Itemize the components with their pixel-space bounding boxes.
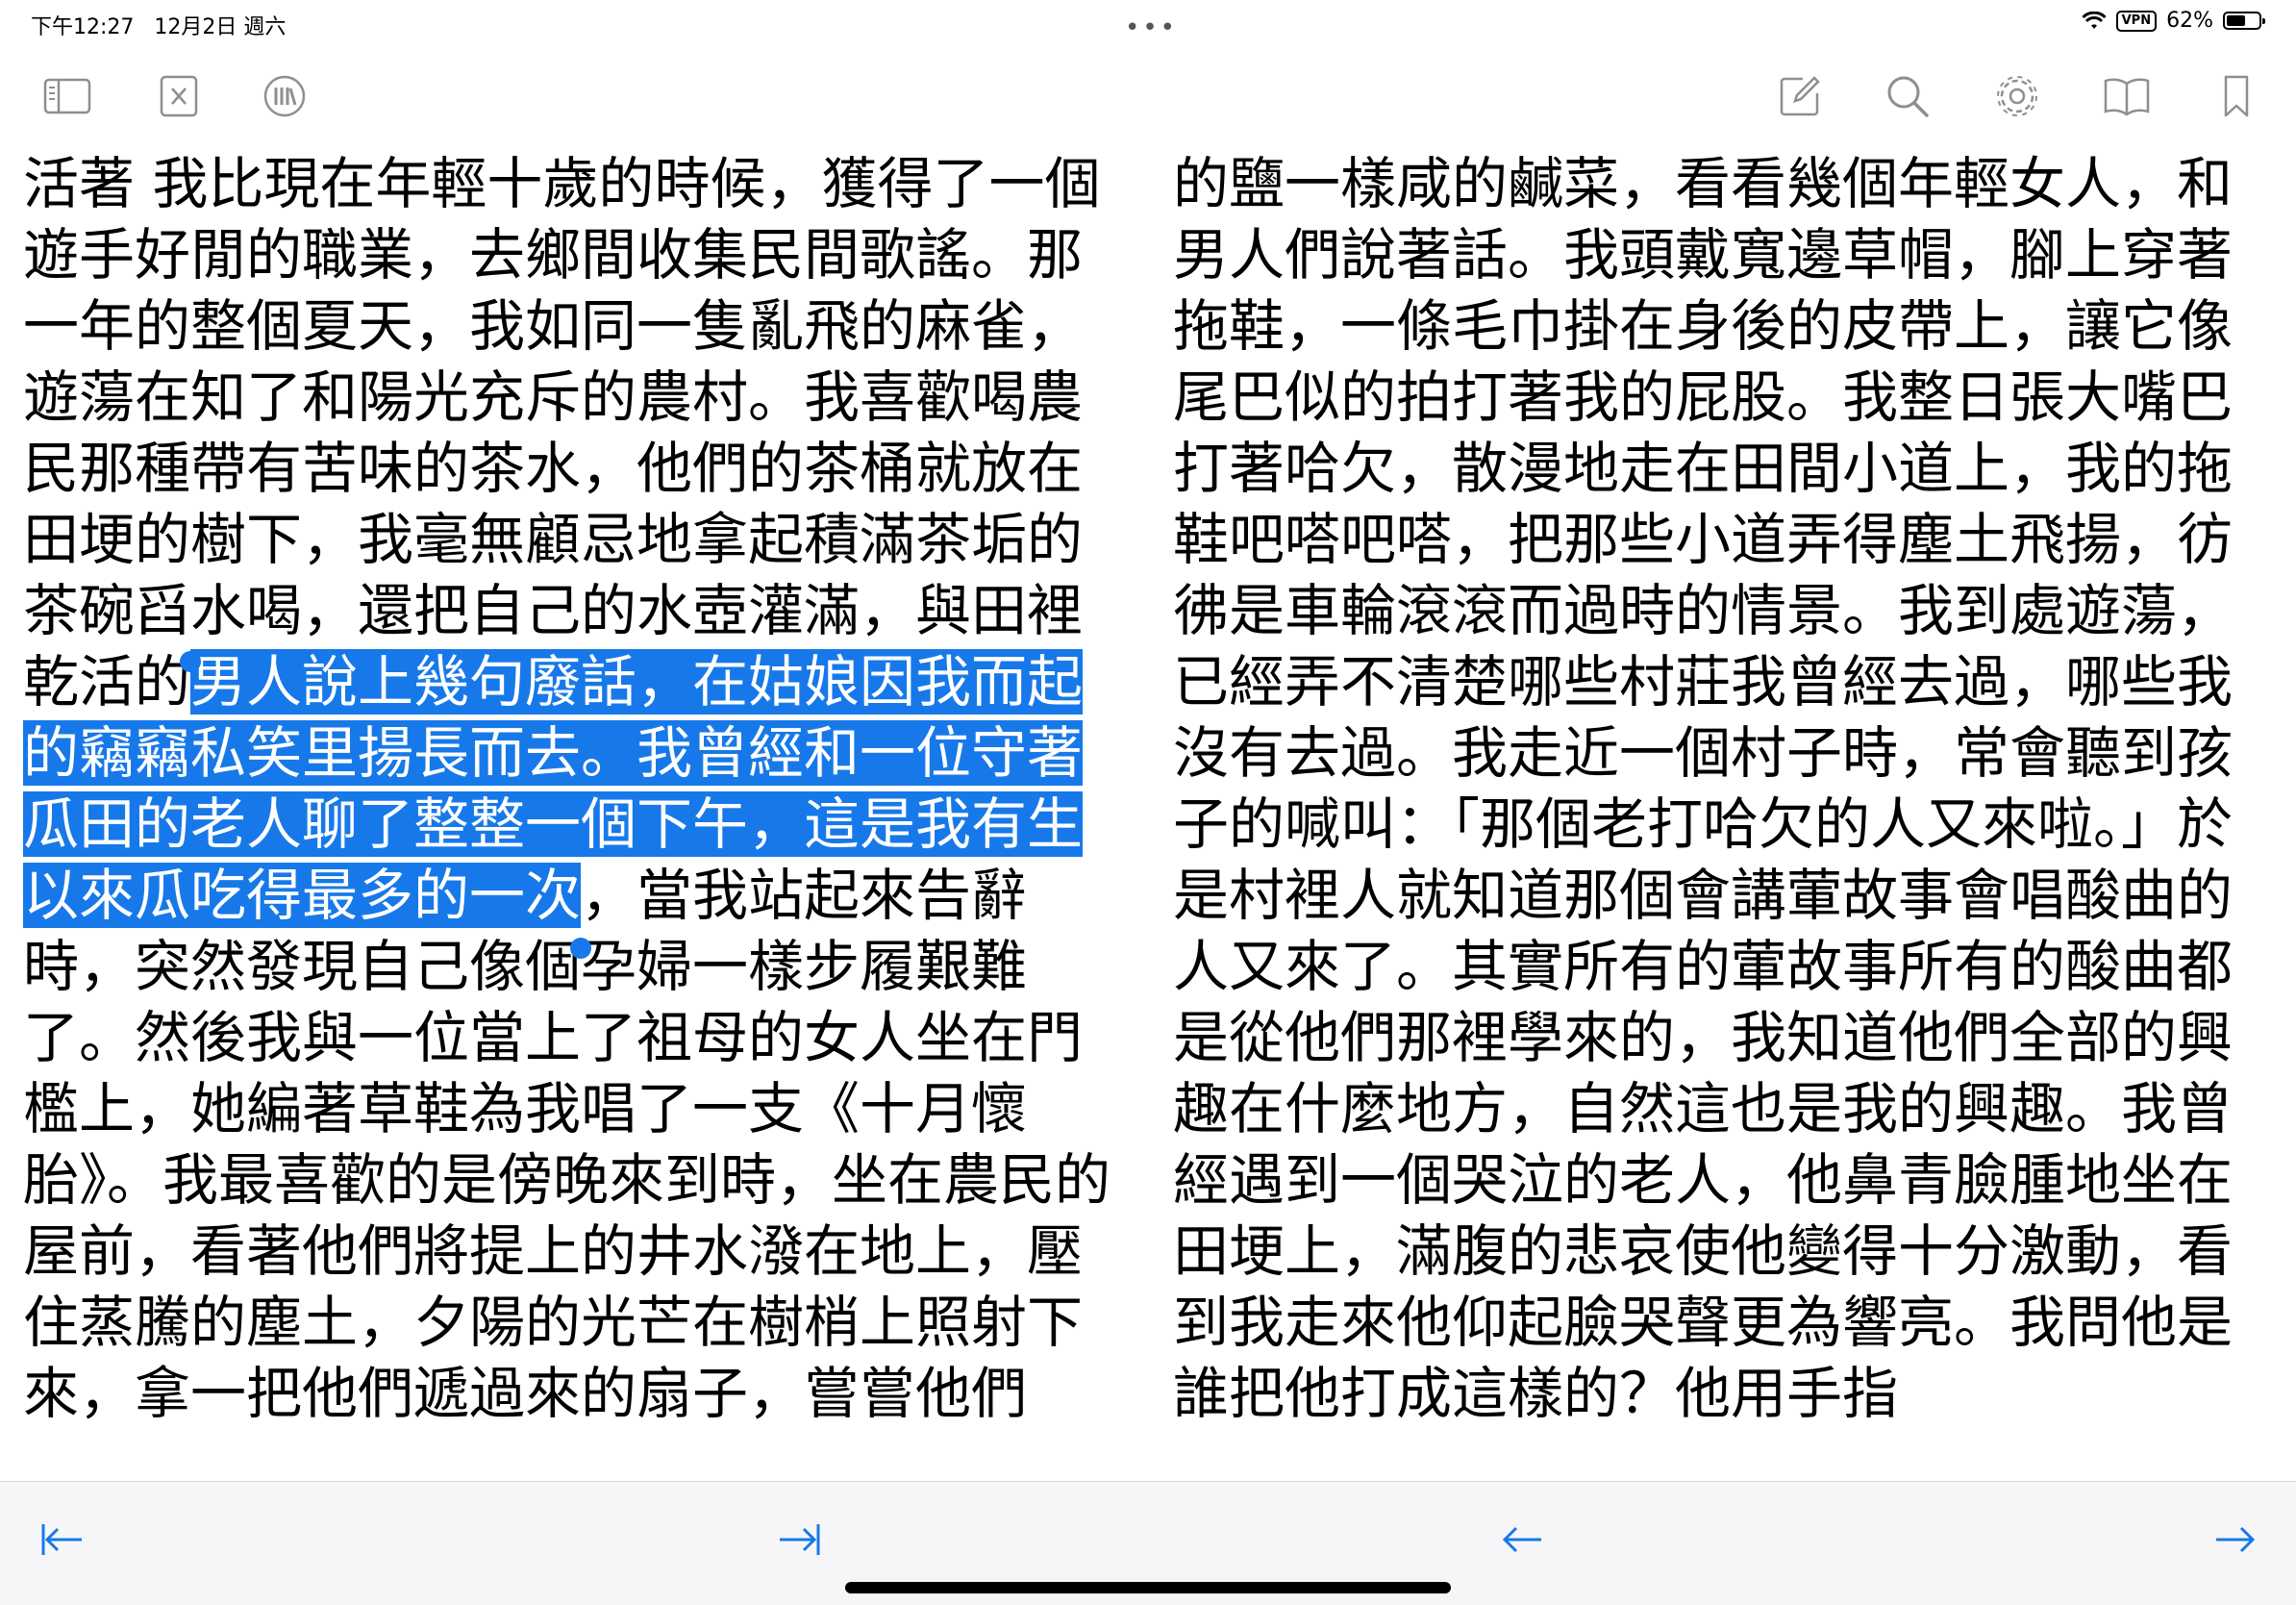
sidebar-icon[interactable] xyxy=(38,67,96,125)
previous-page-arrow-icon[interactable] xyxy=(1488,1501,1556,1578)
bookmark-icon[interactable] xyxy=(2208,67,2265,125)
last-page-arrow-icon[interactable] xyxy=(765,1501,833,1578)
open-book-icon[interactable] xyxy=(2098,67,2156,125)
vpn-badge: VPN xyxy=(2115,10,2158,32)
right-page-text-content[interactable]: 的鹽一樣咸的鹹菜，看看幾個年輕女人，和男人們說著話。我頭戴寬邊草帽，腳上穿著拖鞋… xyxy=(1173,151,2233,1426)
close-book-icon[interactable] xyxy=(150,67,208,125)
status-date: 12月2日 週六 xyxy=(154,15,287,39)
search-icon[interactable] xyxy=(1879,67,1936,125)
wifi-icon xyxy=(2082,11,2107,29)
battery-icon xyxy=(2223,12,2265,30)
reader-toolbar xyxy=(0,67,2296,125)
next-page-arrow-icon[interactable] xyxy=(2202,1501,2269,1578)
home-indicator[interactable] xyxy=(845,1582,1451,1593)
status-bar: 下午12:27 12月2日 週六 ••• VPN 62% xyxy=(0,0,2296,48)
gear-icon[interactable] xyxy=(1988,67,2046,125)
right-page-text[interactable]: 的鹽一樣咸的鹹菜，看看幾個年輕女人，和男人們說著話。我頭戴寬邊草帽，腳上穿著拖鞋… xyxy=(1173,148,2269,1427)
first-page-arrow-icon[interactable] xyxy=(29,1501,96,1578)
left-page-text-after[interactable]: ，當我站起來告辭時，突然發現自己像個孕婦一樣步履艱難了。然後我與一位當上了祖母的… xyxy=(23,863,1111,1426)
page-navigation-bar xyxy=(0,1481,2296,1605)
status-indicators: VPN 62% xyxy=(2082,9,2265,33)
left-page-text[interactable]: 活著 我比現在年輕十歲的時候，獲得了一個遊手好閒的職業，去鄉間收集民間歌謠。那一… xyxy=(23,148,1119,1427)
battery-percent: 62% xyxy=(2166,9,2213,33)
library-icon[interactable] xyxy=(256,67,313,125)
left-page-text-before[interactable]: 活著 我比現在年輕十歲的時候，獲得了一個遊手好閒的職業，去鄉間收集民間歌謠。那一… xyxy=(23,151,1100,715)
annotate-icon[interactable] xyxy=(1771,67,1829,125)
status-time: 下午12:27 xyxy=(31,15,135,39)
status-time-date: 下午12:27 12月2日 週六 xyxy=(31,10,299,40)
multitasking-dots-icon[interactable]: ••• xyxy=(1125,13,1178,42)
